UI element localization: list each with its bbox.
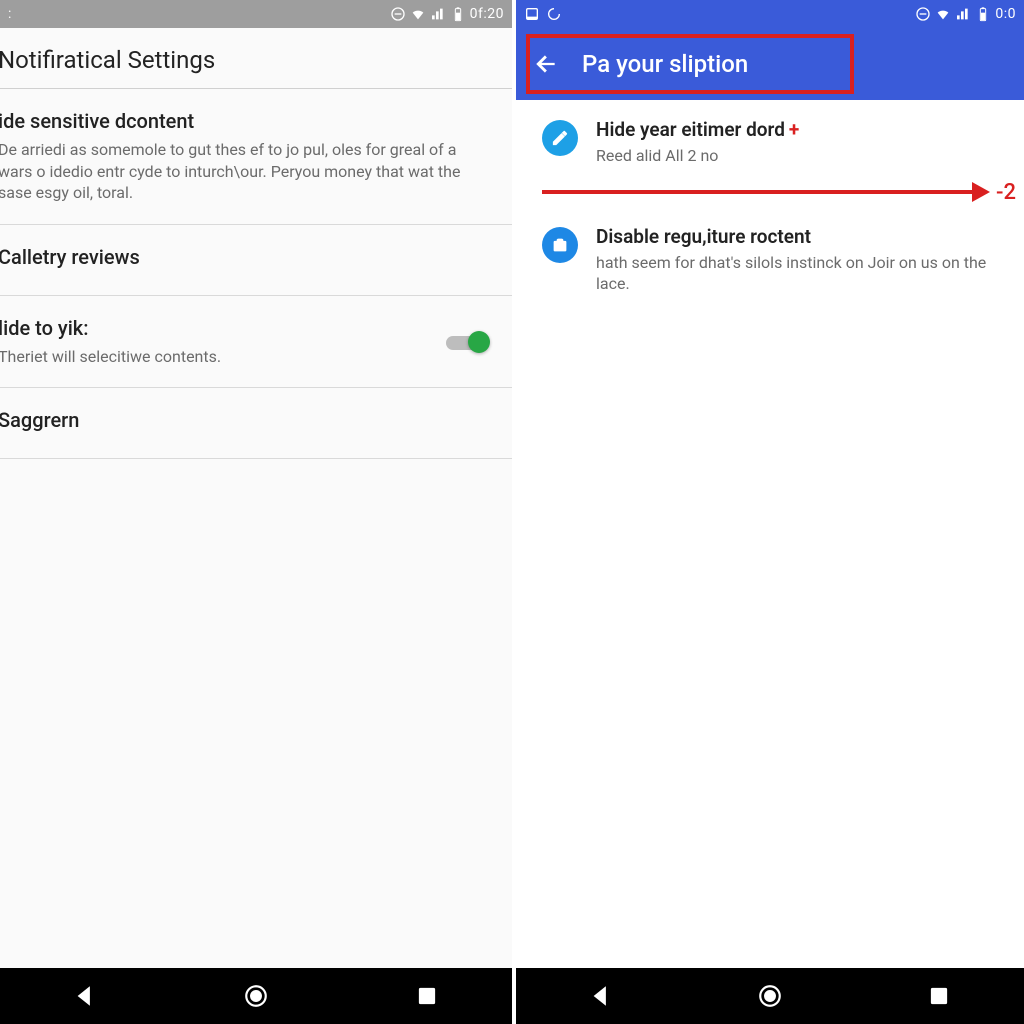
statusbar-left: : 0f:20 — [0, 0, 512, 28]
statusbar-text-left: : — [8, 6, 11, 22]
annotation-arrow-label: -2 — [996, 180, 1016, 205]
statusbar-right: 0:0 — [516, 0, 1024, 28]
annotation-arrow: -2 — [542, 178, 1016, 206]
list-item-hide-year[interactable]: Hide year eitimer dord+ Reed alid All 2 … — [516, 100, 1024, 185]
nav-home-button[interactable] — [750, 976, 790, 1016]
toggle-switch[interactable] — [446, 331, 490, 353]
nav-back-button[interactable] — [581, 976, 621, 1016]
battery-icon — [975, 6, 991, 22]
setting-label: Calletry reviews — [0, 245, 490, 269]
setting-saggrern[interactable]: Saggrern — [0, 388, 512, 459]
setting-desc: Theriet will selecitiwe contents. — [0, 346, 221, 368]
signal-icon — [955, 6, 971, 22]
nav-recent-button[interactable] — [407, 976, 447, 1016]
screenshot-root: : 0f:20 Notifiratical Settings — [0, 0, 1024, 1024]
android-navbar — [0, 968, 512, 1024]
briefcase-icon — [542, 227, 578, 263]
nav-home-button[interactable] — [236, 976, 276, 1016]
setting-label: lide to yik: — [0, 316, 221, 340]
phone-left: : 0f:20 Notifiratical Settings — [0, 0, 512, 1024]
phone-right: 0:0 Pa your sliption Hide year eitimer d… — [512, 0, 1024, 1024]
screenshot-icon — [524, 6, 540, 22]
list-item-subtitle: Reed alid All 2 no — [596, 145, 799, 167]
settings-content: Notifiratical Settings ide sensitive dco… — [0, 28, 512, 968]
appbar-back-button[interactable] — [530, 48, 562, 80]
statusbar-time-left: 0f:20 — [470, 6, 504, 22]
wifi-icon — [410, 6, 426, 22]
page-title: Notifiratical Settings — [0, 28, 512, 89]
battery-icon — [450, 6, 466, 22]
statusbar-time-right: 0:0 — [995, 6, 1016, 22]
list-item-title: Hide year eitimer dord+ — [596, 118, 799, 141]
setting-desc: De arriedi as somemole to gut thes ef to… — [0, 139, 490, 204]
android-navbar — [516, 968, 1024, 1024]
dnd-icon — [915, 6, 931, 22]
appbar-title: Pa your sliption — [582, 50, 748, 78]
annotation-plus-icon: + — [789, 118, 799, 141]
list-item-disable-reg[interactable]: Disable regu,iture roctent hath seem for… — [516, 207, 1024, 313]
settings-list: Hide year eitimer dord+ Reed alid All 2 … — [516, 100, 1024, 968]
list-item-title: Disable regu,iture roctent — [596, 225, 1010, 248]
setting-label: ide sensitive dcontent — [0, 109, 490, 133]
sync-icon — [546, 6, 562, 22]
appbar: Pa your sliption — [516, 28, 1024, 100]
setting-hide-sensitive[interactable]: ide sensitive dcontent De arriedi as som… — [0, 89, 512, 225]
dnd-icon — [390, 6, 406, 22]
setting-label: Saggrern — [0, 408, 490, 432]
wifi-icon — [935, 6, 951, 22]
list-item-subtitle: hath seem for dhat's silols instinck on … — [596, 252, 1010, 295]
signal-icon — [430, 6, 446, 22]
pencil-icon — [542, 120, 578, 156]
nav-back-button[interactable] — [65, 976, 105, 1016]
setting-slide-to-vik[interactable]: lide to yik: Theriet will selecitiwe con… — [0, 296, 512, 389]
setting-calletry-reviews[interactable]: Calletry reviews — [0, 225, 512, 296]
nav-recent-button[interactable] — [919, 976, 959, 1016]
